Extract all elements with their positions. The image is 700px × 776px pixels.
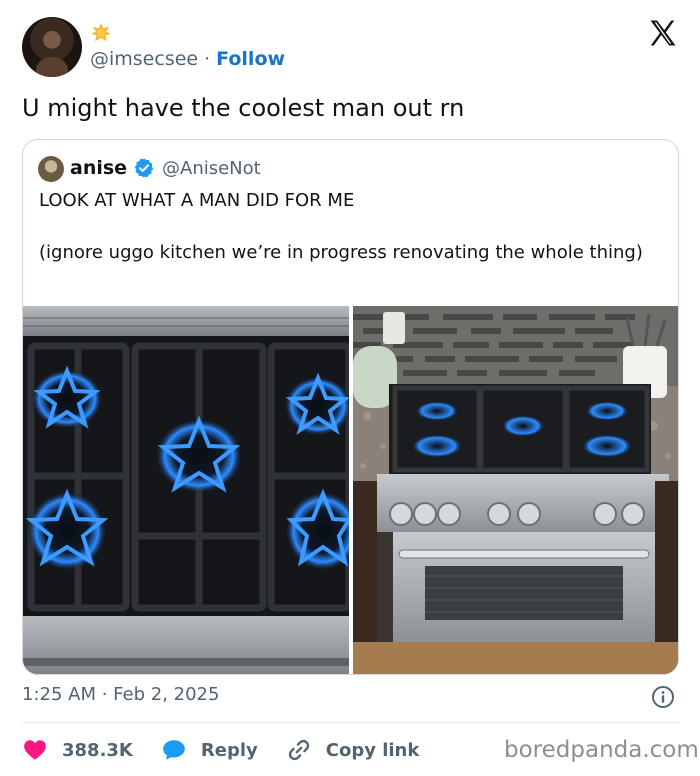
like-button[interactable]: 388.3K bbox=[22, 737, 133, 763]
reply-label: Reply bbox=[200, 739, 258, 761]
verified-icon bbox=[134, 158, 154, 178]
user-avatar[interactable] bbox=[22, 17, 82, 77]
quoted-text-line1: LOOK AT WHAT A MAN DID FOR ME bbox=[39, 190, 355, 211]
like-count: 388.3K bbox=[62, 739, 133, 761]
quoted-tweet-card[interactable]: anise @AniseNot LOOK AT WHAT A MAN DID F… bbox=[22, 139, 679, 675]
copy-link-button[interactable]: Copy link bbox=[286, 737, 420, 763]
tweet-text: U might have the coolest man out rn bbox=[22, 94, 465, 122]
sun-badge-icon bbox=[90, 22, 112, 42]
heart-icon bbox=[24, 740, 46, 760]
tweet-timestamp[interactable]: 1:25 AM · Feb 2, 2025 bbox=[22, 684, 219, 705]
copy-link-label: Copy link bbox=[325, 739, 420, 761]
divider bbox=[22, 722, 679, 723]
reply-bubble-icon bbox=[163, 740, 185, 760]
author-handle[interactable]: @imsecsee bbox=[90, 48, 198, 70]
quoted-user-name[interactable]: anise bbox=[70, 157, 127, 179]
quoted-tweet-text: LOOK AT WHAT A MAN DID FOR ME (ignore ug… bbox=[39, 188, 659, 266]
stove-burners-closeup-photo[interactable] bbox=[23, 306, 349, 674]
x-logo-icon[interactable] bbox=[648, 18, 678, 48]
follow-button[interactable]: Follow bbox=[216, 48, 285, 70]
quoted-text-line2: (ignore uggo kitchen we’re in progress r… bbox=[39, 242, 643, 263]
info-icon[interactable] bbox=[651, 685, 675, 709]
link-icon bbox=[288, 739, 309, 761]
author-handle-row: @imsecsee · Follow bbox=[90, 48, 285, 70]
range-stove-kitchen-photo[interactable] bbox=[353, 306, 678, 674]
reply-button[interactable]: Reply bbox=[161, 737, 258, 763]
tweet-actions: 388.3K Reply Copy link bbox=[22, 735, 447, 765]
quoted-user-handle[interactable]: @AniseNot bbox=[162, 158, 261, 179]
watermark: boredpanda.com bbox=[504, 737, 699, 763]
separator-dot: · bbox=[204, 48, 211, 70]
quoted-user-avatar[interactable] bbox=[38, 156, 64, 182]
